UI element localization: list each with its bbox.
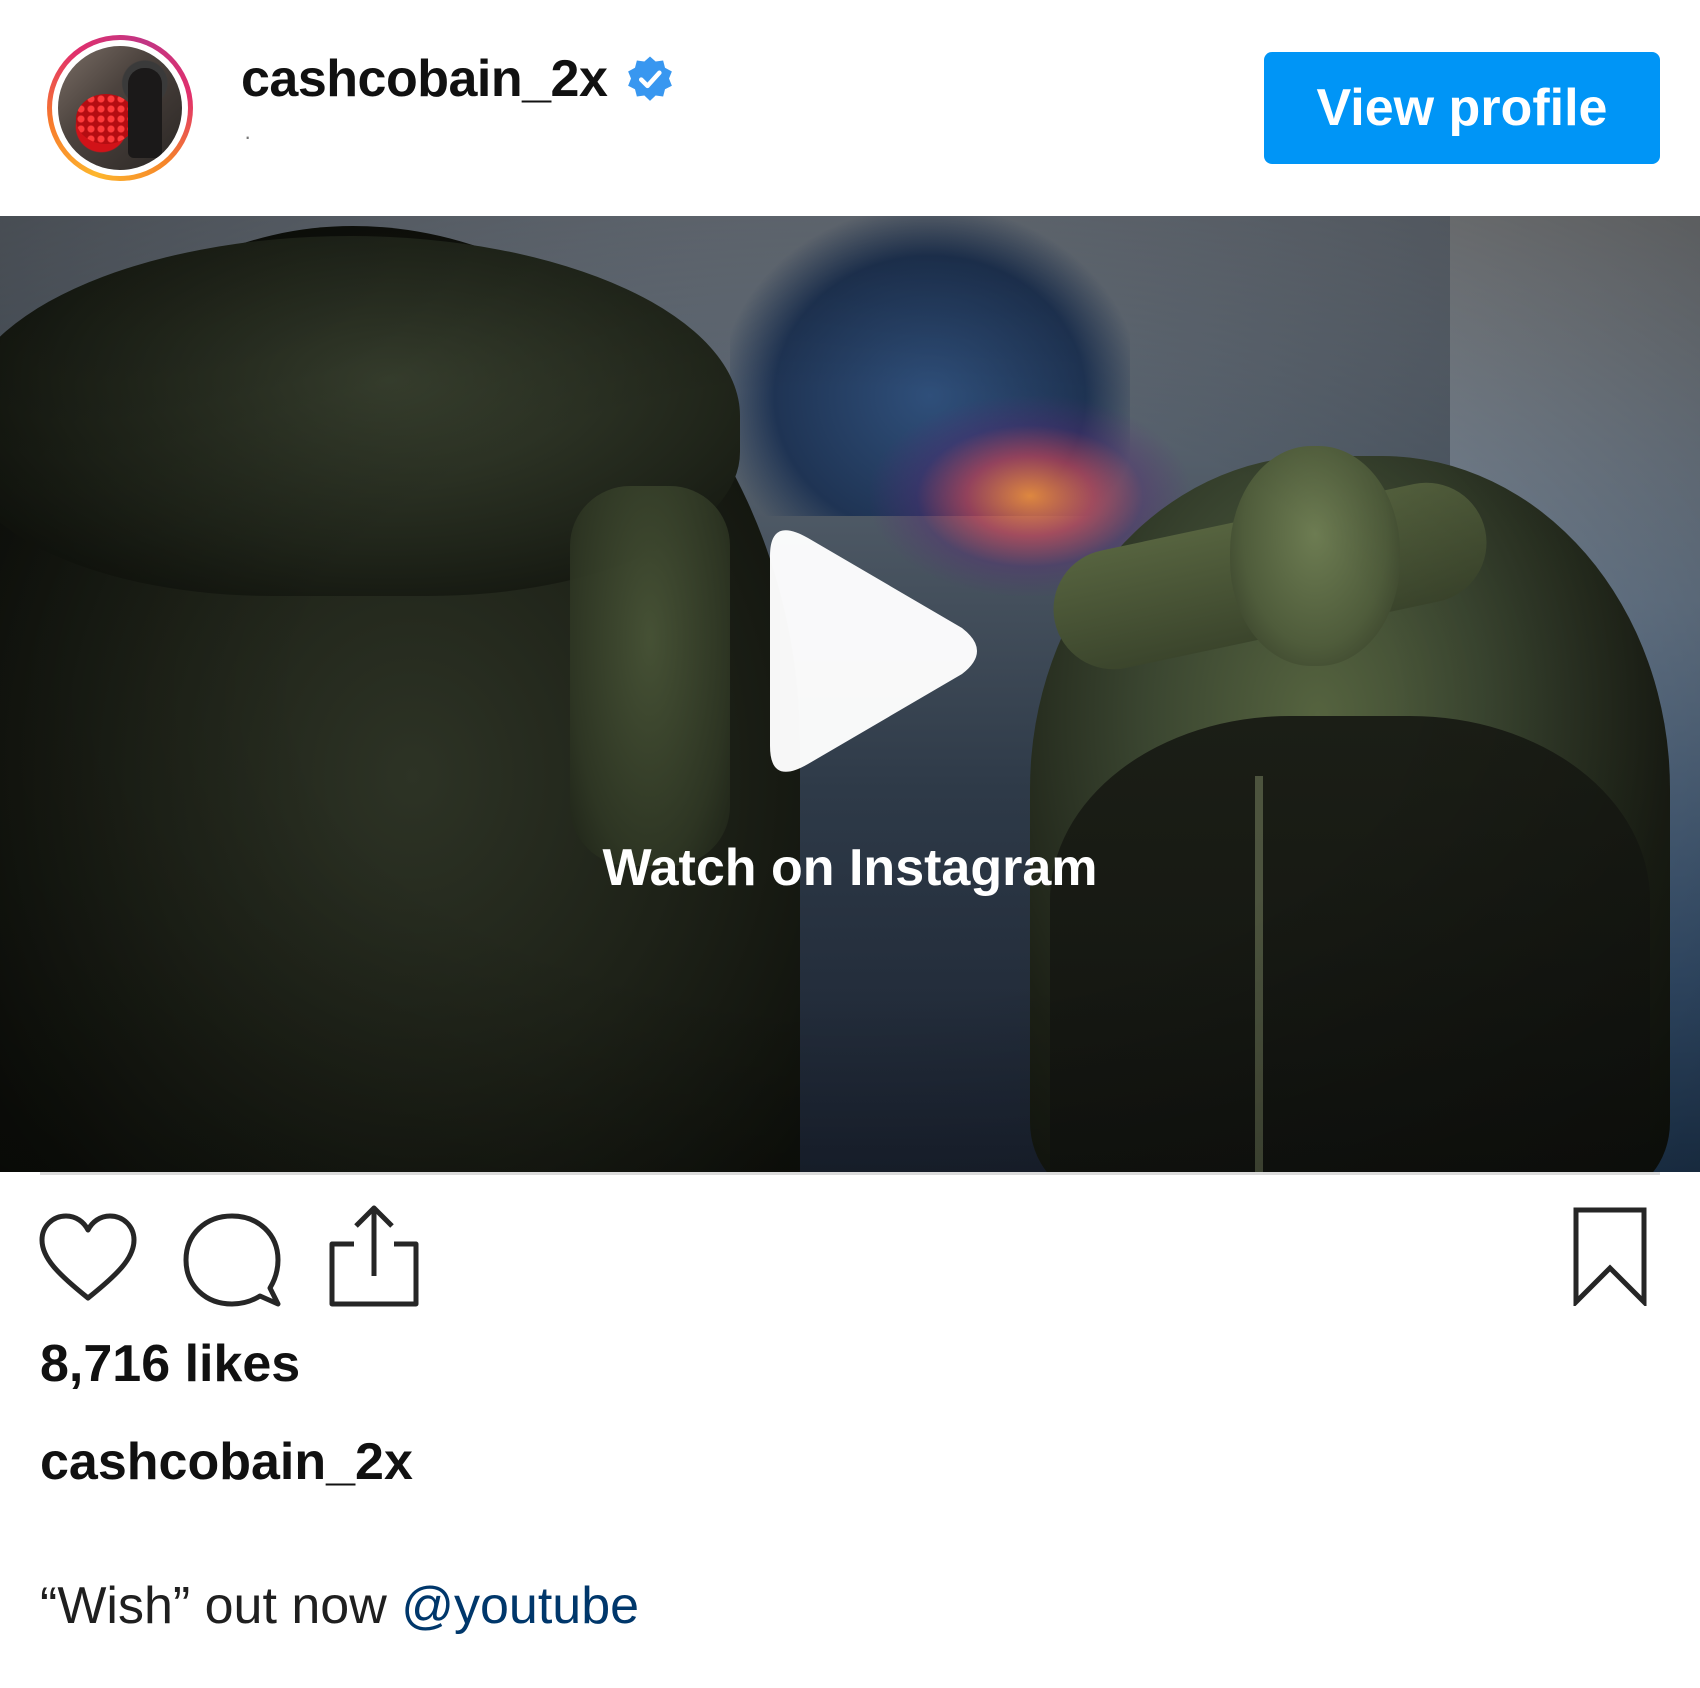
username-row: cashcobain_2x — [241, 44, 675, 114]
story-ring[interactable] — [47, 35, 193, 181]
avatar-figure — [128, 68, 162, 158]
heart-icon[interactable] — [38, 1210, 138, 1310]
bookmark-icon[interactable] — [1560, 1206, 1660, 1309]
post-header: cashcobain_2x · View profile — [0, 0, 1700, 216]
header-username[interactable]: cashcobain_2x — [241, 49, 608, 109]
avatar[interactable] — [58, 46, 182, 170]
share-icon[interactable] — [324, 1204, 424, 1307]
video-media[interactable]: Watch on Instagram — [0, 216, 1700, 1172]
caption-mention-link[interactable]: @youtube — [401, 1577, 639, 1635]
header-subtitle: · — [244, 124, 252, 149]
caption-username[interactable]: cashcobain_2x — [40, 1432, 413, 1492]
play-icon[interactable] — [730, 516, 1000, 786]
verified-badge-icon — [625, 54, 675, 104]
likes-count[interactable]: 8,716 likes — [40, 1334, 300, 1394]
watch-on-instagram-label[interactable]: Watch on Instagram — [0, 838, 1700, 898]
view-profile-button[interactable]: View profile — [1264, 52, 1660, 164]
avatar-frame — [52, 40, 188, 176]
media-divider — [40, 1172, 1660, 1175]
caption: “Wish” out now @youtube — [40, 1576, 639, 1636]
avatar-roses — [76, 94, 136, 144]
comment-icon[interactable] — [182, 1210, 282, 1310]
caption-text: “Wish” out now — [40, 1577, 402, 1635]
action-bar — [0, 1200, 1700, 1310]
